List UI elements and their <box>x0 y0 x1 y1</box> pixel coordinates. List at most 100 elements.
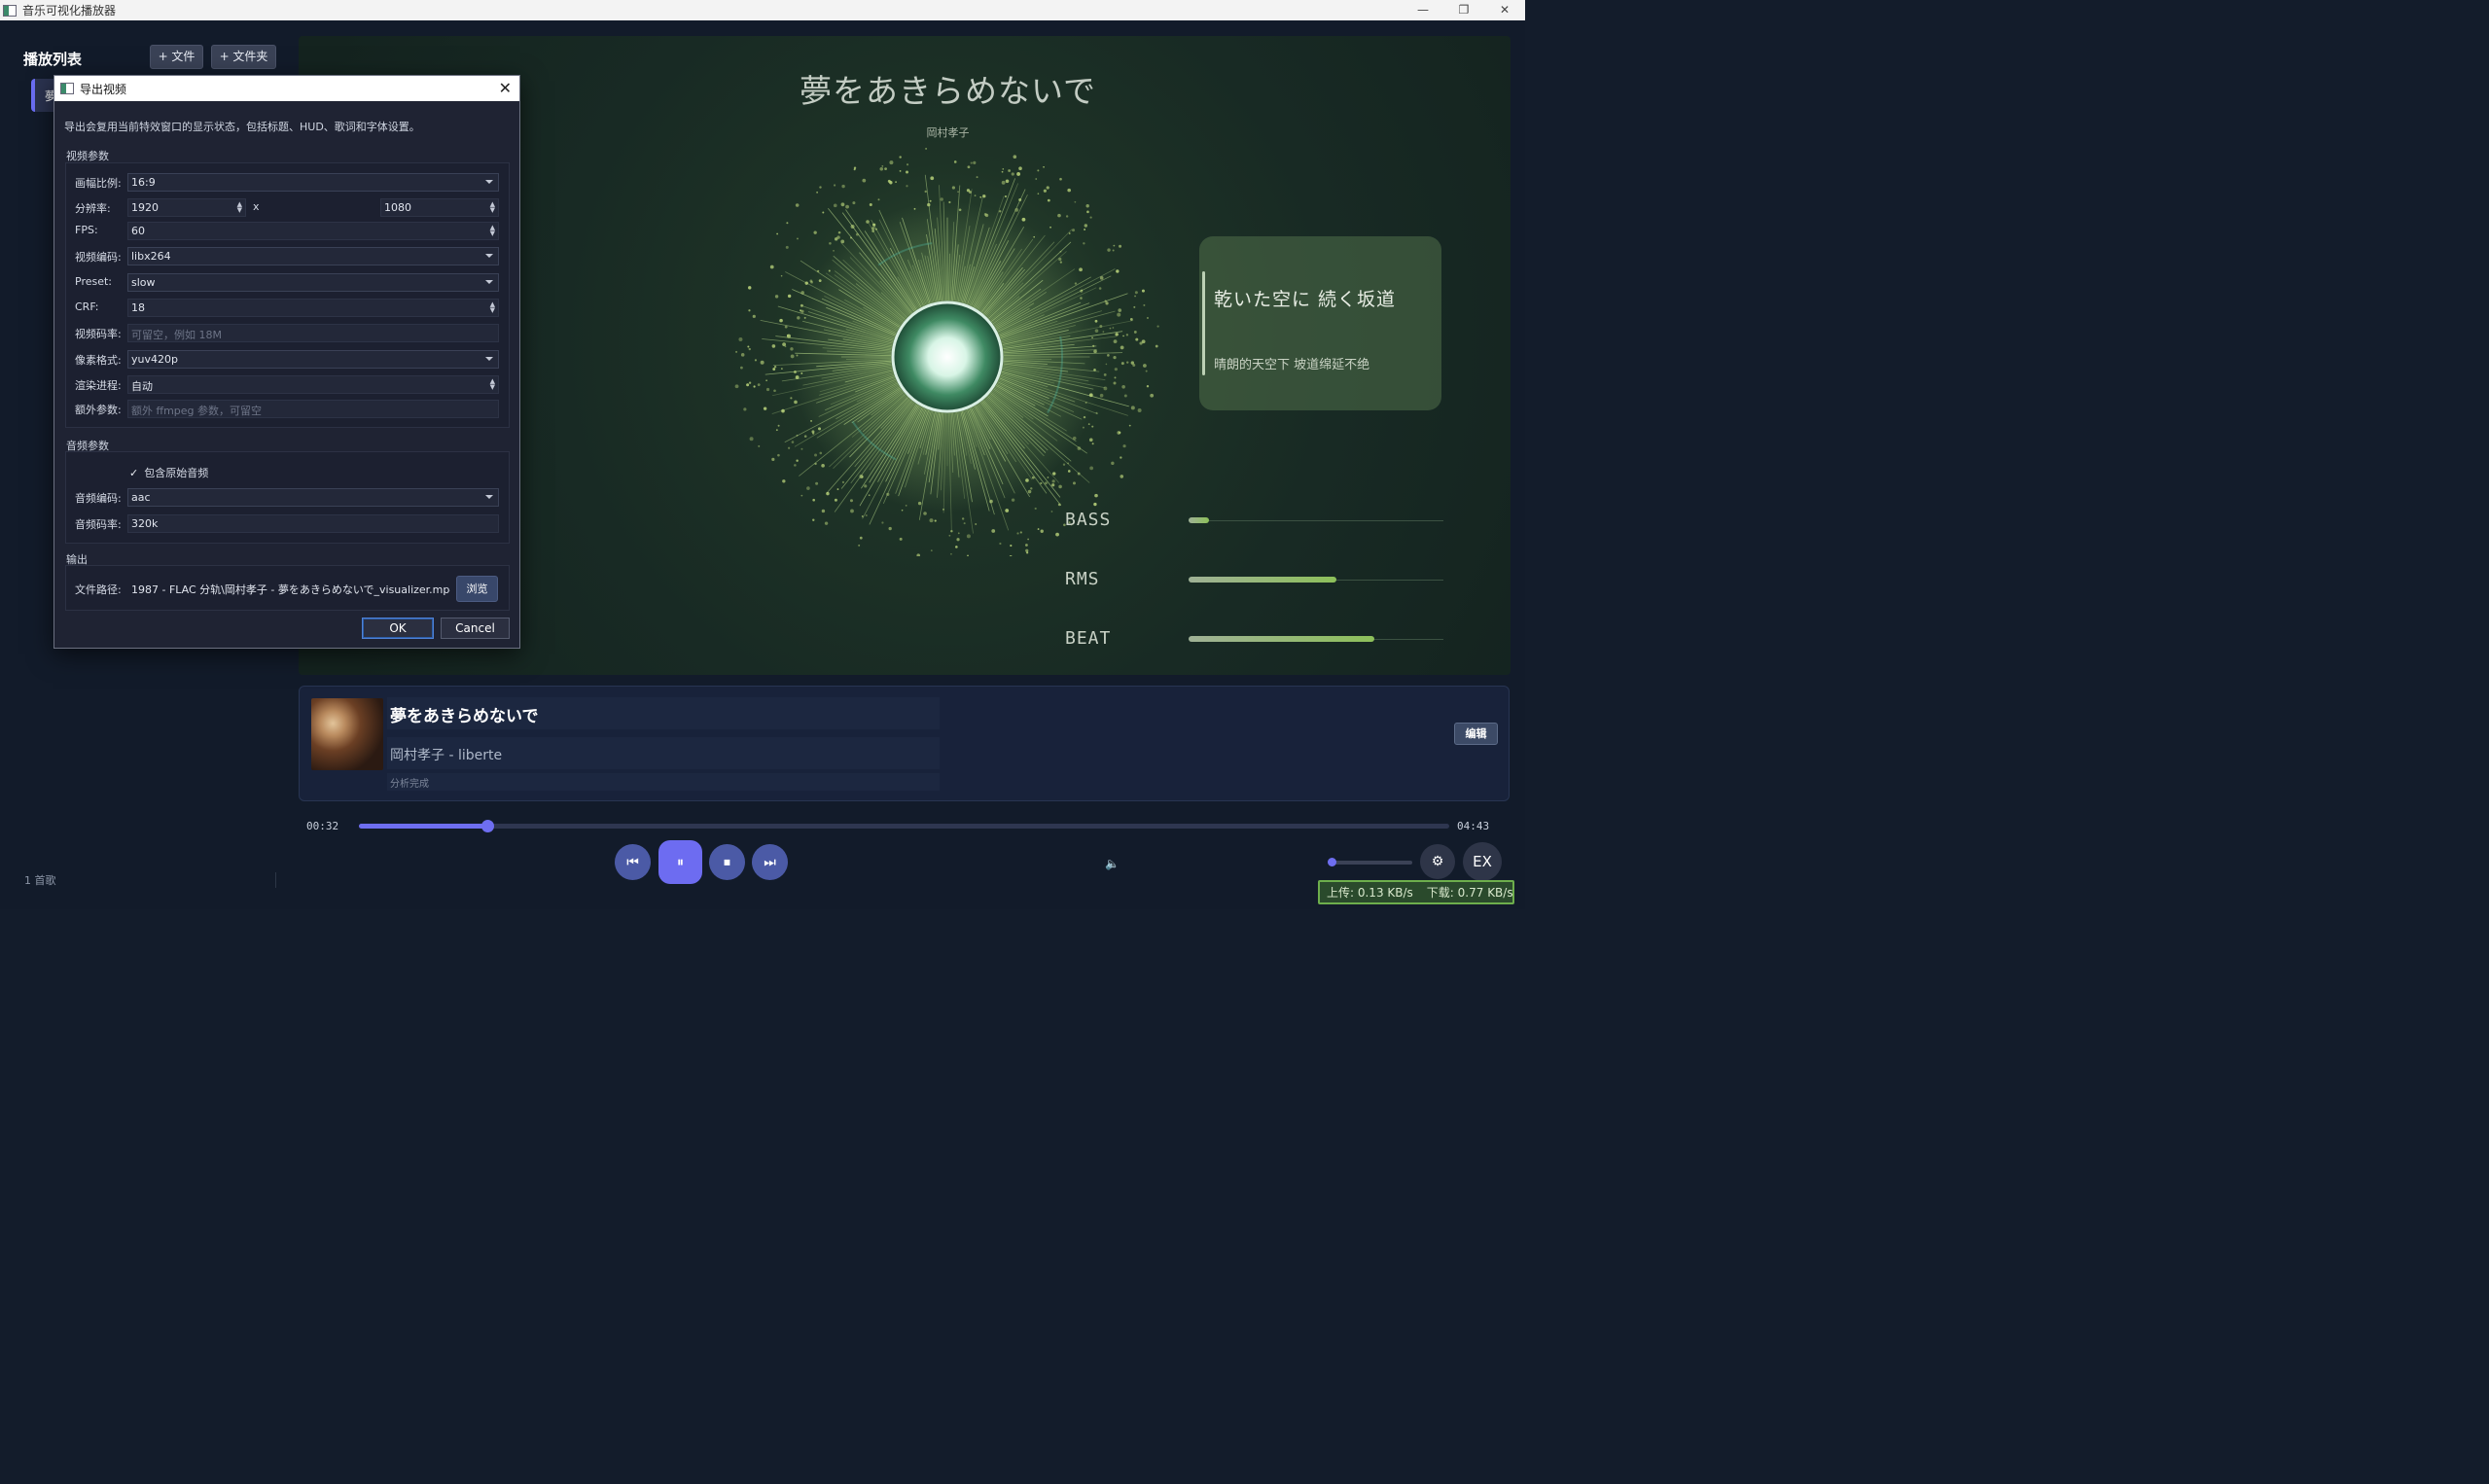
volume-icon[interactable]: 🔈 <box>1105 857 1120 870</box>
spinner-arrows-icon[interactable]: ▲ ▼ <box>490 301 495 314</box>
elapsed-time: 00:32 <box>306 820 339 832</box>
resolution-x: x <box>253 200 260 213</box>
preset-select[interactable]: slow <box>127 273 499 292</box>
chevron-down-icon <box>485 180 493 184</box>
dialog-app-icon <box>60 83 74 94</box>
aspect-label: 画幅比例: <box>75 177 122 190</box>
volume-handle[interactable] <box>1328 858 1337 866</box>
pause-icon: ⏸ <box>677 854 684 870</box>
resolution-label: 分辨率: <box>75 202 111 215</box>
lyric-card: 乾いた空に 続く坂道 晴朗的天空下 坡道绵延不绝 <box>1199 236 1441 410</box>
lyric-accent-bar <box>1202 271 1205 375</box>
spinner-arrows-icon[interactable]: ▲ ▼ <box>490 378 495 391</box>
window-title: 音乐可视化播放器 <box>22 4 117 18</box>
browse-button[interactable]: 浏览 <box>456 576 498 602</box>
ex-button[interactable]: EX <box>1463 842 1502 881</box>
song-count: 1 首歌 <box>24 874 56 887</box>
gear-icon: ⚙ <box>1431 854 1444 869</box>
lyric-translation: 晴朗的天空下 坡道绵延不绝 <box>1214 358 1370 372</box>
beat-label: BEAT <box>1065 628 1112 649</box>
app-icon <box>3 4 17 17</box>
settings-button[interactable]: ⚙ <box>1420 844 1455 879</box>
previous-button[interactable]: ⏮ <box>615 844 651 880</box>
output-path-input[interactable]: 1987 - FLAC 分轨\岡村孝子 - 夢をあきらめないで_visualiz… <box>127 579 451 597</box>
audio-codec-select[interactable]: aac <box>127 488 499 507</box>
abitrate-label: 音频码率: <box>75 518 122 531</box>
rms-meter <box>1189 577 1336 583</box>
video-bitrate-input[interactable]: 可留空，例如 18M <box>127 324 499 342</box>
audio-bitrate-input[interactable]: 320k <box>127 514 499 533</box>
procs-label: 渲染进程: <box>75 379 122 392</box>
fps-label: FPS: <box>75 224 98 236</box>
bass-label: BASS <box>1065 510 1112 530</box>
progress-slider[interactable] <box>359 820 1449 832</box>
extra-label: 额外参数: <box>75 404 122 416</box>
download-speed: 下载: 0.77 KB/s <box>1426 886 1513 900</box>
playlist-title: 播放列表 <box>23 51 83 68</box>
analysis-status: 分析完成 <box>387 773 940 791</box>
previous-icon: ⏮ <box>626 854 639 870</box>
minimize-button[interactable]: — <box>1403 0 1443 20</box>
video-codec-select[interactable]: libx264 <box>127 247 499 265</box>
spinner-arrows-icon[interactable]: ▲ ▼ <box>490 225 495 237</box>
height-input[interactable]: 1080 ▲ ▼ <box>380 198 499 217</box>
acodec-label: 音频编码: <box>75 492 122 505</box>
checkmark-icon: ✓ <box>129 467 139 479</box>
bitrate-label: 视频码率: <box>75 328 122 340</box>
lyric-line: 乾いた空に 続く坂道 <box>1214 289 1397 310</box>
dialog-titlebar: 导出视频 ✕ <box>54 76 519 101</box>
progress-handle[interactable] <box>481 820 495 832</box>
pixfmt-label: 像素格式: <box>75 354 122 367</box>
now-playing-artist: 岡村孝子 - liberte <box>387 737 940 769</box>
video-group-label: 视频参数 <box>66 150 109 162</box>
fps-input[interactable]: 60 ▲ ▼ <box>127 222 499 240</box>
pixel-format-select[interactable]: yuv420p <box>127 350 499 369</box>
rms-label: RMS <box>1065 569 1100 589</box>
stop-button[interactable]: ⏹ <box>709 844 745 880</box>
close-window-button[interactable]: ✕ <box>1484 0 1525 20</box>
upload-speed: 上传: 0.13 KB/s <box>1327 886 1413 900</box>
render-process-input[interactable]: 自动 ▲ ▼ <box>127 375 499 394</box>
next-icon: ⏭ <box>764 854 776 870</box>
add-folder-button[interactable]: + 文件夹 <box>211 45 276 69</box>
crf-input[interactable]: 18 ▲ ▼ <box>127 299 499 317</box>
total-time: 04:43 <box>1457 820 1490 832</box>
chevron-down-icon <box>485 495 493 499</box>
beat-meter <box>1189 636 1374 642</box>
export-note: 导出会复用当前特效窗口的显示状态，包括标题、HUD、歌词和字体设置。 <box>64 121 420 133</box>
preset-label: Preset: <box>75 275 113 288</box>
cancel-button[interactable]: Cancel <box>441 618 510 639</box>
window-titlebar: 音乐可视化播放器 — ❐ ✕ <box>0 0 1525 20</box>
export-video-dialog: 导出视频 ✕ 导出会复用当前特效窗口的显示状态，包括标题、HUD、歌词和字体设置… <box>53 75 520 649</box>
spinner-arrows-icon[interactable]: ▲ ▼ <box>490 201 495 214</box>
pause-button[interactable]: ⏸ <box>658 840 702 884</box>
sidebar-divider <box>275 872 276 888</box>
dialog-close-icon[interactable]: ✕ <box>499 79 512 97</box>
chevron-down-icon <box>485 254 493 258</box>
maximize-button[interactable]: ❐ <box>1443 0 1484 20</box>
crf-label: CRF: <box>75 300 99 313</box>
progress-fill <box>359 824 488 829</box>
network-speed-widget: 上传: 0.13 KB/s 下载: 0.77 KB/s <box>1318 880 1514 904</box>
width-input[interactable]: 1920 ▲ ▼ <box>127 198 246 217</box>
now-playing-title: 夢をあきらめないで <box>387 697 940 729</box>
ok-button[interactable]: OK <box>362 618 434 639</box>
spectrum-burst <box>734 148 1159 556</box>
stop-icon: ⏹ <box>724 854 730 870</box>
album-cover <box>311 698 383 770</box>
dialog-title: 导出视频 <box>80 82 127 96</box>
bass-track <box>1189 520 1443 521</box>
aspect-ratio-select[interactable]: 16:9 <box>127 173 499 192</box>
bass-meter <box>1189 517 1209 523</box>
edit-button[interactable]: 编辑 <box>1454 723 1498 745</box>
spinner-arrows-icon[interactable]: ▲ ▼ <box>237 201 242 214</box>
volume-slider[interactable] <box>1328 861 1412 865</box>
codec-label: 视频编码: <box>75 251 122 264</box>
next-button[interactable]: ⏭ <box>752 844 788 880</box>
include-audio-checkbox[interactable]: ✓ 包含原始音频 <box>129 465 208 480</box>
extra-args-input[interactable]: 额外 ffmpeg 参数，可留空 <box>127 400 499 418</box>
path-label: 文件路径: <box>75 583 122 596</box>
chevron-down-icon <box>485 280 493 284</box>
ex-label: EX <box>1473 853 1492 870</box>
add-file-button[interactable]: + 文件 <box>150 45 203 69</box>
